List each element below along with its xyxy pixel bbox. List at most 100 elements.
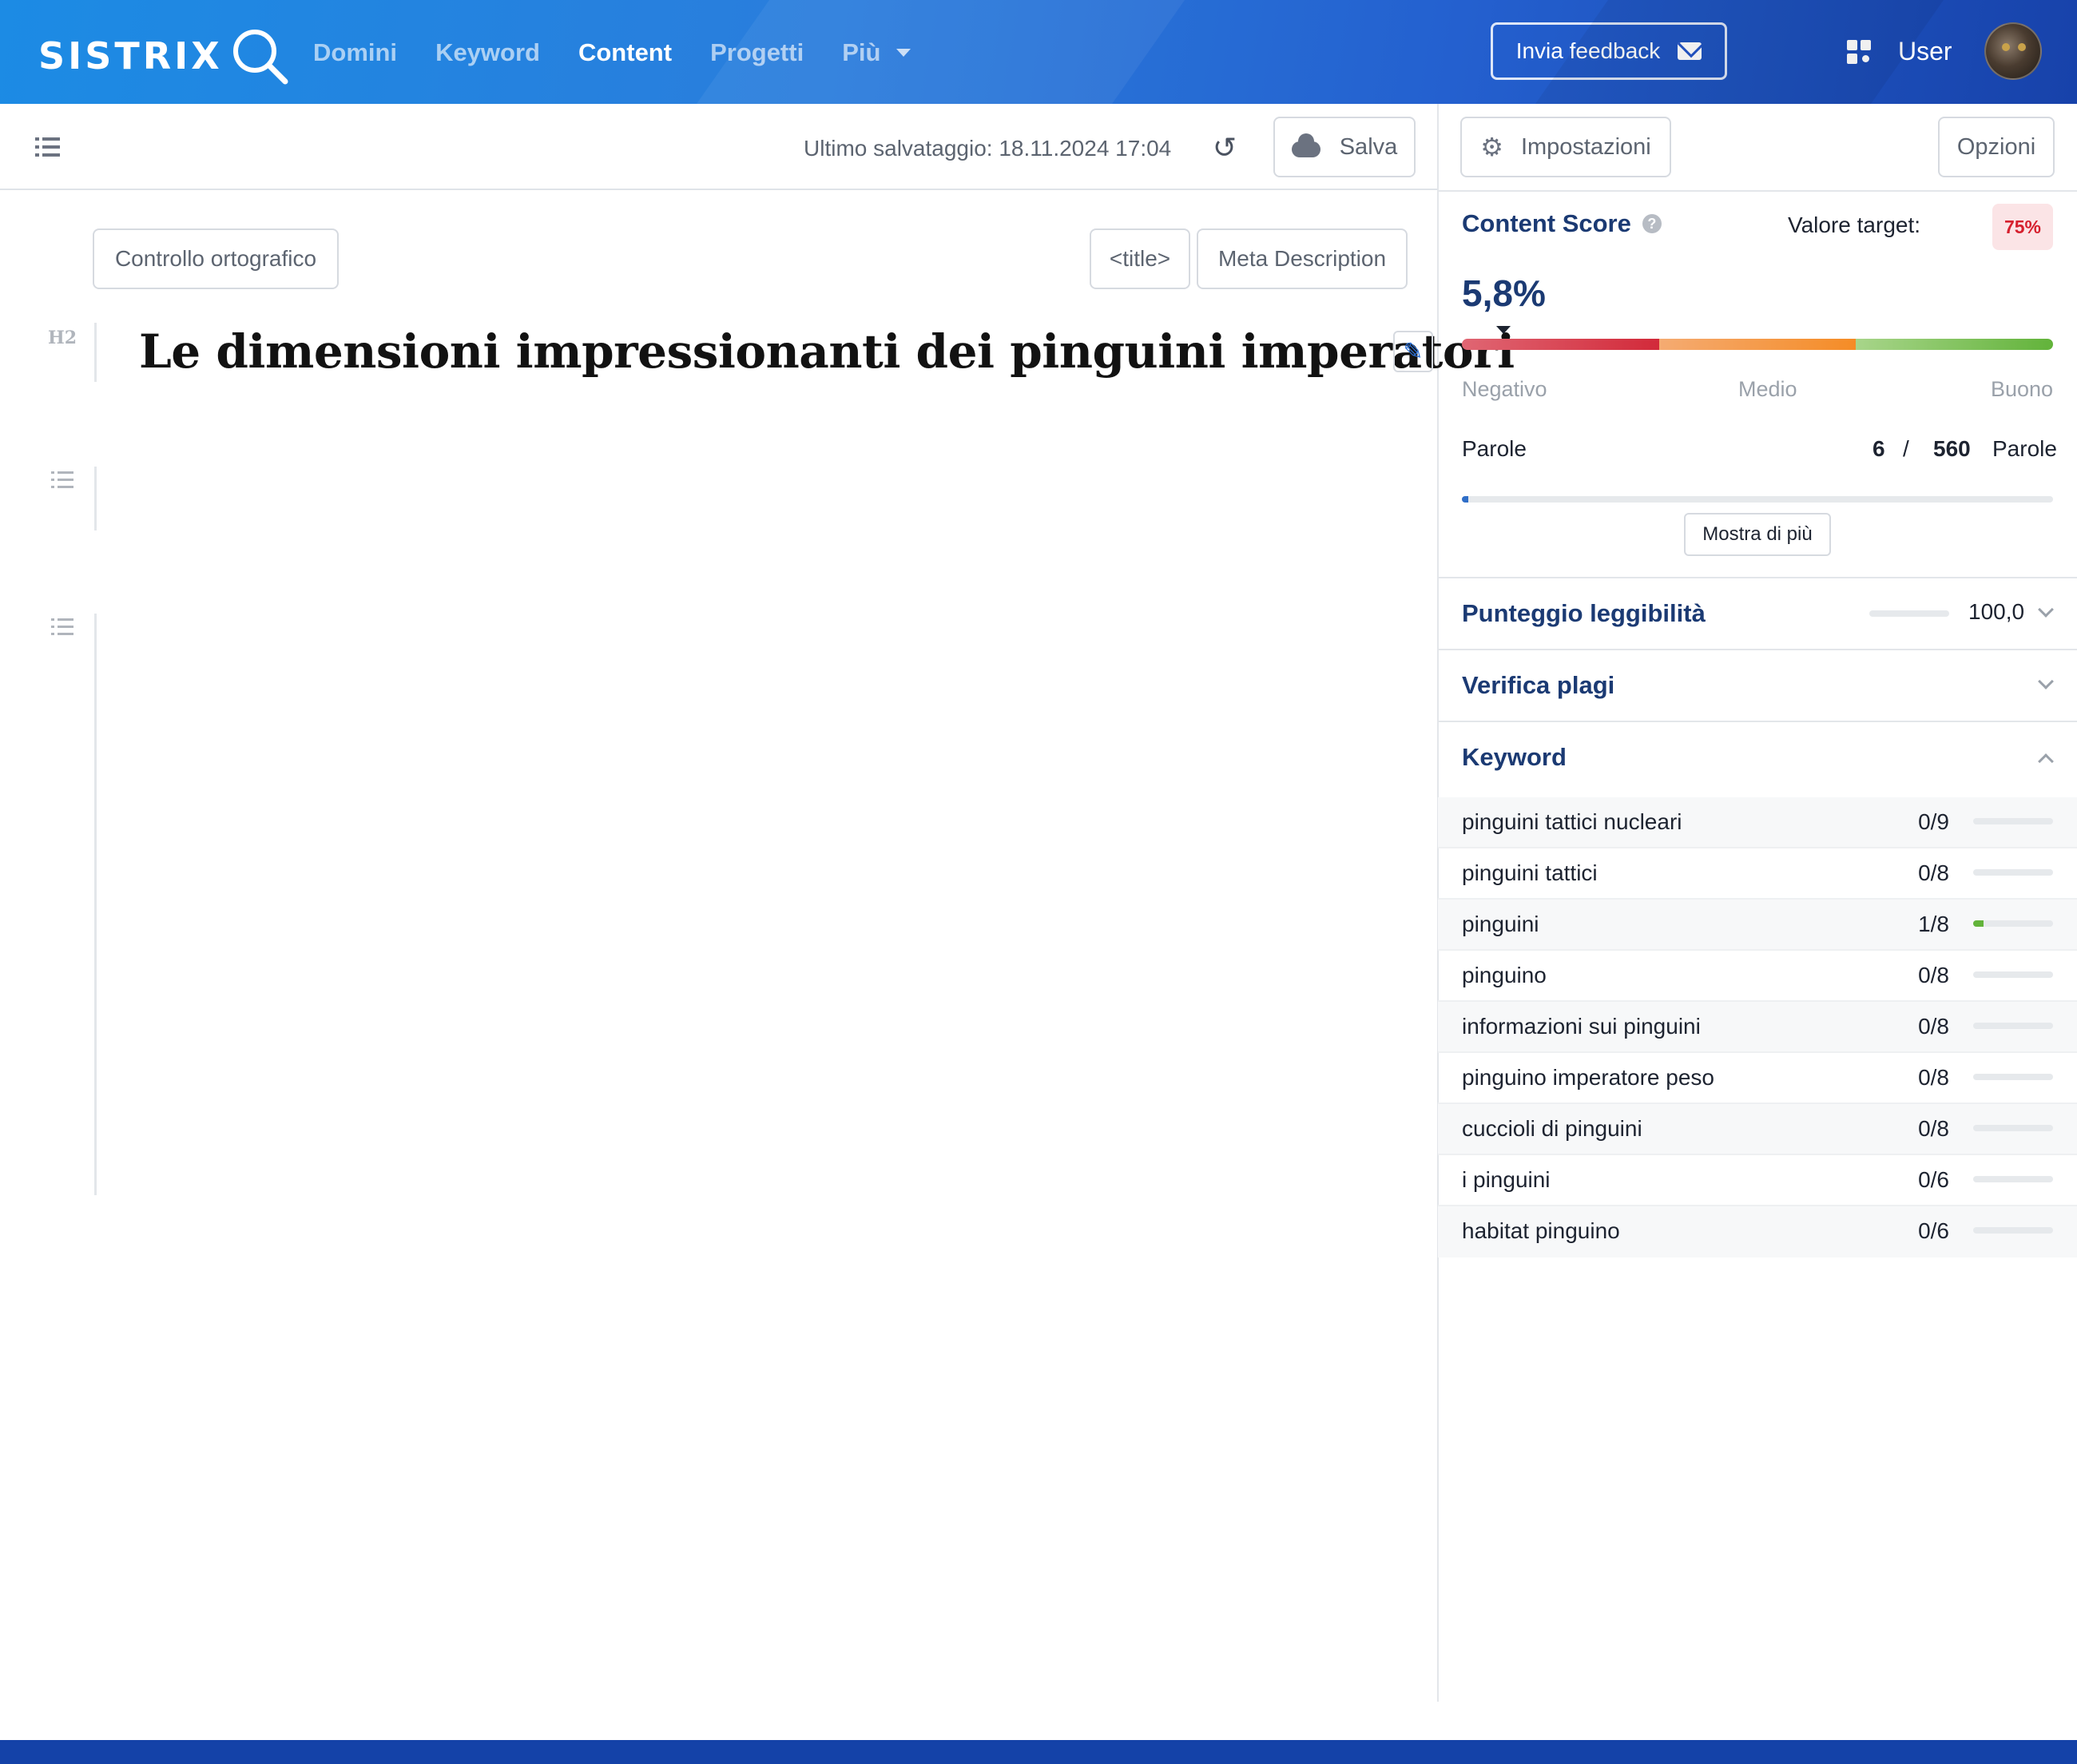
words-target: 560	[1933, 436, 1971, 461]
keyword-row[interactable]: habitat pinguino 0/6	[1438, 1206, 2077, 1257]
nav-content[interactable]: Content	[578, 30, 672, 75]
keyword-row[interactable]: pinguini 1/8	[1438, 900, 2077, 951]
panel-header-divider	[1438, 190, 2077, 192]
save-button[interactable]: Salva	[1273, 117, 1416, 177]
block-type-h2-label[interactable]: H2	[48, 328, 77, 348]
plagiarism-section-title[interactable]: Verifica plagi	[1462, 671, 1614, 700]
nav-keyword[interactable]: Keyword	[435, 30, 540, 75]
keyword-name: cuccioli di pinguini	[1462, 1116, 1642, 1141]
keyword-count: 0/8	[1918, 963, 1949, 987]
user-menu-label[interactable]: User	[1898, 35, 1952, 67]
chevron-down-icon[interactable]	[2038, 673, 2054, 689]
settings-label: Impostazioni	[1520, 133, 1651, 160]
words-progress-bar	[1462, 496, 2053, 503]
scale-label-good: Buono	[1991, 377, 2054, 401]
content-score-bar	[1462, 339, 2053, 350]
send-feedback-button[interactable]: Invia feedback	[1491, 22, 1727, 80]
keyword-progress-bar	[1973, 869, 2053, 876]
words-count: 6	[1872, 436, 1885, 461]
keyword-count: 0/8	[1918, 860, 1949, 885]
nav-more[interactable]: Più	[842, 30, 911, 75]
section-divider	[1438, 721, 2077, 722]
section-divider	[1438, 649, 2077, 650]
keyword-name: habitat pinguino	[1462, 1218, 1620, 1243]
keyword-row[interactable]: pinguini tattici nucleari 0/9	[1438, 797, 2077, 848]
nav-progetti[interactable]: Progetti	[710, 30, 804, 75]
keyword-progress-bar	[1973, 1176, 2053, 1182]
list-block-icon[interactable]	[51, 471, 75, 491]
keyword-progress-bar	[1973, 818, 2053, 824]
keyword-name: informazioni sui pinguini	[1462, 1014, 1701, 1039]
keyword-count: 1/8	[1918, 912, 1949, 936]
last-save-status: Ultimo salvataggio: 18.11.2024 17:04	[804, 136, 1172, 161]
heading-h2[interactable]: Le dimensioni impressionanti dei pinguin…	[139, 320, 1515, 383]
keyword-count: 0/6	[1918, 1167, 1949, 1192]
words-separator: /	[1903, 436, 1909, 461]
nav-progetti-label: Progetti	[710, 38, 804, 66]
undo-icon[interactable]: ↺	[1213, 134, 1241, 163]
keyword-progress-bar	[1973, 1227, 2053, 1234]
keyword-progress-bar	[1973, 920, 2053, 927]
editor-toolbar: Ultimo salvataggio: 18.11.2024 17:04 ↺ S…	[0, 104, 1438, 190]
keyword-row[interactable]: pinguino 0/8	[1438, 951, 2077, 1002]
sistrix-logo[interactable]: SISTRIX	[38, 24, 292, 88]
keyword-progress-bar	[1973, 1074, 2053, 1080]
spellcheck-button[interactable]: Controllo ortografico	[93, 228, 339, 289]
content-score-value: 5,8%	[1462, 272, 1546, 314]
logo-text: SISTRIX	[38, 34, 223, 77]
chevron-up-icon[interactable]	[2038, 753, 2054, 769]
nav-more-label: Più	[842, 38, 881, 66]
nav-content-label: Content	[578, 38, 673, 66]
words-label: Parole	[1462, 436, 1527, 461]
keyword-name: pinguino	[1462, 963, 1547, 987]
top-navigation-bar: SISTRIX Domini Keyword Content Progetti …	[0, 0, 2077, 104]
keyword-name: i pinguini	[1462, 1167, 1551, 1192]
keyword-count: 0/8	[1918, 1116, 1949, 1141]
save-label: Salva	[1339, 133, 1398, 160]
readability-progress-bar	[1869, 610, 1949, 617]
keyword-list: pinguini tattici nucleari 0/9 pinguini t…	[1438, 797, 2077, 1257]
chevron-down-icon[interactable]	[2038, 602, 2054, 618]
cloud-icon	[1291, 133, 1320, 157]
content-score-title: Content Score ?	[1462, 209, 1662, 238]
apps-grid-icon[interactable]	[1847, 40, 1872, 66]
keyword-name: pinguini tattici	[1462, 860, 1598, 885]
list-block-icon[interactable]	[51, 618, 75, 638]
keyword-row[interactable]: cuccioli di pinguini 0/8	[1438, 1104, 2077, 1155]
score-segment-negative	[1462, 339, 1659, 350]
words-unit: Parole	[1992, 436, 2057, 461]
keyword-row[interactable]: i pinguini 0/6	[1438, 1155, 2077, 1206]
keyword-progress-bar	[1973, 971, 2053, 978]
options-button[interactable]: Opzioni	[1938, 117, 2055, 177]
scale-label-negative: Negativo	[1462, 377, 1547, 401]
keyword-progress-bar	[1973, 1023, 2053, 1029]
readability-section-title[interactable]: Punteggio leggibilità	[1462, 599, 1706, 628]
meta-description-button[interactable]: Meta Description	[1197, 228, 1408, 289]
keyword-count: 0/9	[1918, 809, 1949, 834]
keyword-section-title[interactable]: Keyword	[1462, 743, 1567, 772]
heading-block-bar	[94, 323, 97, 382]
keyword-row[interactable]: pinguini tattici 0/8	[1438, 848, 2077, 900]
keyword-count: 0/8	[1918, 1014, 1949, 1039]
empty-block-bar	[94, 614, 97, 1195]
nav-domini[interactable]: Domini	[313, 30, 397, 75]
target-value-badge: 75%	[1992, 204, 2053, 250]
keyword-progress-bar	[1973, 1125, 2053, 1131]
envelope-icon	[1678, 42, 1702, 60]
magnifier-icon	[232, 30, 288, 85]
settings-button[interactable]: ⚙ Impostazioni	[1460, 117, 1671, 177]
caret-down-icon	[896, 49, 911, 57]
avatar[interactable]	[1984, 22, 2042, 80]
readability-value: 100,0	[1968, 599, 2025, 624]
feedback-label: Invia feedback	[1515, 38, 1661, 63]
keyword-name: pinguini tattici nucleari	[1462, 809, 1682, 834]
magic-wand-icon[interactable]: ✎	[1393, 331, 1433, 372]
footer-bar	[0, 1740, 2077, 1764]
show-more-button[interactable]: Mostra di più	[1684, 513, 1831, 556]
table-of-contents-icon[interactable]	[35, 137, 61, 158]
content-score-label: Content Score	[1462, 209, 1631, 237]
help-icon[interactable]: ?	[1642, 214, 1662, 233]
keyword-row[interactable]: informazioni sui pinguini 0/8	[1438, 1002, 2077, 1053]
keyword-row[interactable]: pinguino imperatore peso 0/8	[1438, 1053, 2077, 1104]
title-tag-button[interactable]: <title>	[1090, 228, 1190, 289]
